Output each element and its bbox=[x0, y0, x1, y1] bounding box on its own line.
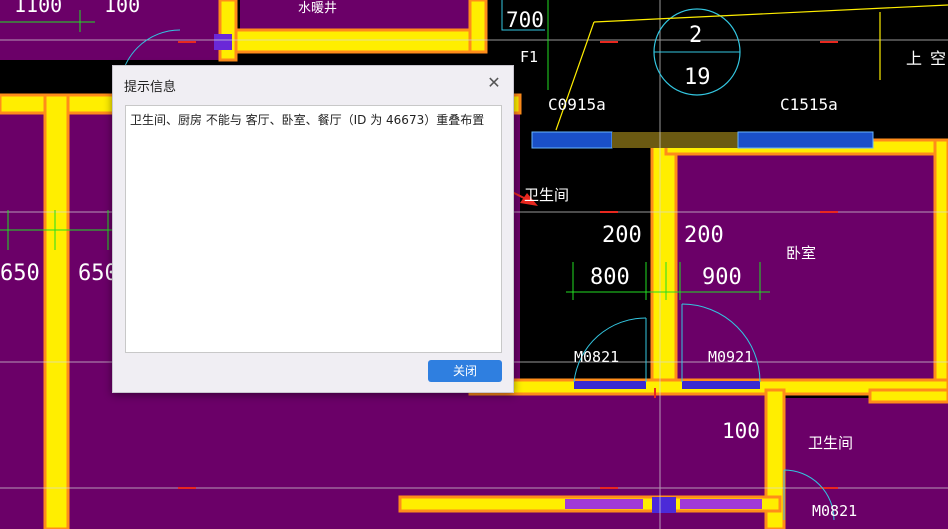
window-label-c0915a: C0915a bbox=[548, 95, 606, 114]
room-label-weishengjian: 卫生间 bbox=[524, 186, 569, 204]
room-label-woshi: 卧室 bbox=[786, 244, 816, 262]
door-label-m0921: M0921 bbox=[708, 348, 753, 366]
door-label-m0821-a: M0821 bbox=[574, 348, 619, 366]
dim-800: 800 bbox=[590, 265, 630, 290]
close-icon[interactable]: ✕ bbox=[485, 74, 503, 92]
dim-200-right: 200 bbox=[684, 223, 724, 248]
hint-dialog: 提示信息 ✕ 卫生间、厨房 不能与 客厅、卧室、餐厅（ID 为 46673）重叠… bbox=[112, 65, 514, 393]
label-shuinuanjing: 水暖井 bbox=[298, 1, 337, 16]
stair-outline bbox=[555, 4, 948, 131]
label-f1: F1 bbox=[520, 48, 538, 66]
room-label-weishengjian-2: 卫生间 bbox=[808, 434, 853, 452]
door-label-m0821-b: M0821 bbox=[812, 502, 857, 520]
dim-200-left: 200 bbox=[602, 223, 642, 248]
dialog-message: 卫生间、厨房 不能与 客厅、卧室、餐厅（ID 为 46673）重叠布置 bbox=[130, 113, 485, 127]
close-button[interactable]: 关闭 bbox=[428, 360, 502, 382]
dim-700: 700 bbox=[506, 8, 544, 32]
dim-100-top: 100 bbox=[104, 0, 140, 17]
dim-100-bottom: 100 bbox=[722, 419, 760, 443]
circle-number: 2 bbox=[689, 23, 702, 48]
dim-1100: 1100 bbox=[14, 0, 62, 17]
dim-900: 900 bbox=[702, 265, 742, 290]
label-shang: 上 bbox=[906, 49, 922, 68]
circle-sub: 19 bbox=[684, 65, 711, 90]
dim-650-a: 650 bbox=[0, 261, 40, 286]
dialog-message-box: 卫生间、厨房 不能与 客厅、卧室、餐厅（ID 为 46673）重叠布置 bbox=[125, 105, 502, 353]
window-label-c1515a: C1515a bbox=[780, 95, 838, 114]
dialog-title: 提示信息 bbox=[124, 80, 177, 95]
label-kong: 空 bbox=[930, 49, 946, 68]
